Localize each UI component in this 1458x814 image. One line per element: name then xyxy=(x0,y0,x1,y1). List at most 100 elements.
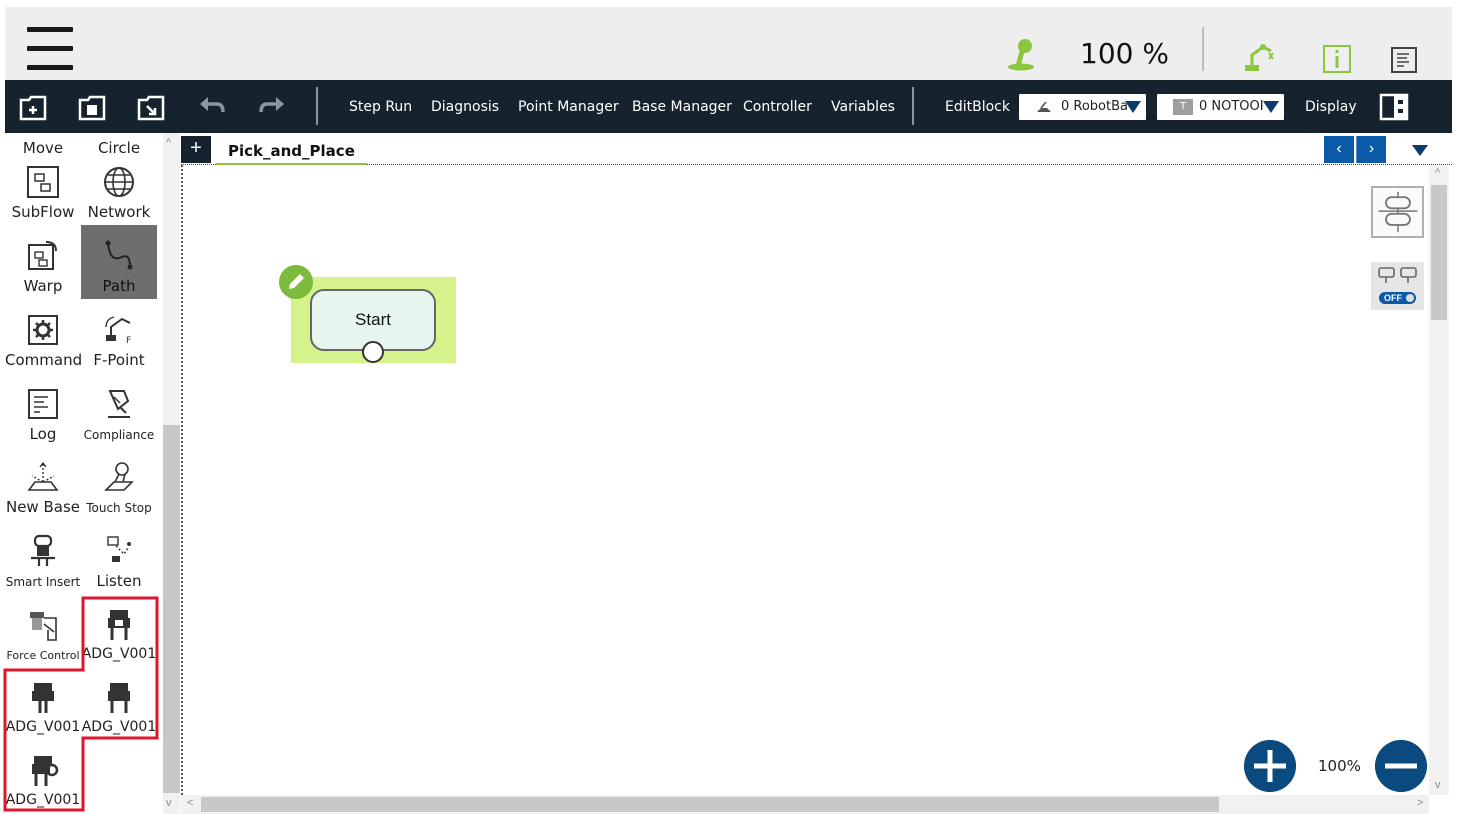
tab-next-button[interactable]: › xyxy=(1356,136,1386,163)
palette-scroll-thumb[interactable] xyxy=(163,425,180,793)
new-project-icon[interactable] xyxy=(18,92,48,122)
start-node-output-port[interactable] xyxy=(362,341,384,363)
path-icon xyxy=(105,240,133,270)
canvas-h-scroll-thumb[interactable] xyxy=(201,797,1219,812)
palette-scrollbar[interactable]: ^ v xyxy=(163,133,180,814)
undo-icon[interactable] xyxy=(197,92,227,122)
palette-item-force-control[interactable]: Force Control xyxy=(5,604,81,678)
scroll-left-icon[interactable]: < xyxy=(187,797,193,809)
tab-pick-and-place[interactable]: Pick_and_Place xyxy=(216,137,367,165)
chevron-down-icon xyxy=(1125,101,1141,113)
base-manager-menu[interactable]: Base Manager xyxy=(632,99,732,115)
edit-pencil-icon[interactable] xyxy=(279,265,313,299)
variables-menu[interactable]: Variables xyxy=(831,99,895,115)
point-manager-menu[interactable]: Point Manager xyxy=(518,99,619,115)
palette-item-label: Network xyxy=(87,203,151,221)
open-project-icon[interactable] xyxy=(136,92,166,122)
flow-canvas[interactable]: Start xyxy=(181,165,1429,795)
node-pair-icon xyxy=(1378,267,1417,283)
zoom-level: 100% xyxy=(1318,757,1361,775)
palette-item-label: New Base xyxy=(5,498,80,516)
palette-item-new-base[interactable]: New Base xyxy=(5,456,81,530)
scroll-up-icon[interactable]: ^ xyxy=(166,137,171,149)
off-toggle-switch[interactable]: OFF xyxy=(1379,292,1416,304)
connection-toggle[interactable]: OFF xyxy=(1371,262,1424,310)
zoom-in-button[interactable] xyxy=(1244,740,1296,792)
palette-item-adg-v001[interactable]: ADG_V001 xyxy=(5,750,81,814)
redo-icon[interactable] xyxy=(257,92,287,122)
force-control-icon xyxy=(30,612,57,641)
status-bar: 100 % xyxy=(5,7,1452,80)
smart-insert-icon xyxy=(31,534,55,566)
toolbar-separator xyxy=(912,87,914,125)
svg-text:F: F xyxy=(126,336,131,346)
scroll-right-icon[interactable]: > xyxy=(1417,797,1423,809)
base-select[interactable]: 0 RobotBa xyxy=(1019,94,1146,120)
step-run-menu[interactable]: Step Run xyxy=(349,99,412,115)
menu-icon[interactable] xyxy=(27,27,73,71)
scroll-down-icon[interactable]: v xyxy=(1435,779,1441,791)
palette-item-adg-v001[interactable]: ADG_V001 xyxy=(5,677,81,751)
layout-toggle-icon[interactable] xyxy=(1371,186,1424,238)
palette-item-log[interactable]: Log xyxy=(5,383,81,457)
tool-badge-icon: T xyxy=(1173,99,1193,115)
gripper-settings-icon xyxy=(32,756,59,786)
canvas-horizontal-scrollbar[interactable]: < > xyxy=(181,795,1429,814)
palette-item-label: Move xyxy=(22,139,64,157)
palette-item-label: Compliance xyxy=(83,428,155,442)
palette-item-path[interactable]: Path xyxy=(81,225,157,299)
palette-item-compliance[interactable]: Compliance xyxy=(81,383,157,457)
notes-icon[interactable] xyxy=(1391,47,1417,73)
palette-item-smart-insert[interactable]: Smart Insert xyxy=(5,530,81,604)
palette-item-touch-stop[interactable]: Touch Stop xyxy=(81,456,157,530)
palette-item-label: F-Point xyxy=(93,351,145,369)
toggle-state-label: OFF xyxy=(1384,293,1402,303)
robot-status-icon[interactable] xyxy=(1243,41,1277,73)
flow-tab-strip: + Pick_and_Place ‹ › xyxy=(181,133,1452,165)
tool-select[interactable]: T 0 NOTOOI xyxy=(1157,94,1284,120)
f-point-icon: F xyxy=(105,316,131,346)
speed-joystick-icon[interactable] xyxy=(1005,37,1037,71)
canvas-vertical-scrollbar[interactable]: ^ v xyxy=(1429,165,1449,795)
palette-item-adg-v001[interactable]: ADG_V001 xyxy=(81,677,157,751)
palette-item-network[interactable]: Network xyxy=(81,161,157,235)
palette-item-command[interactable]: Command xyxy=(5,309,83,383)
palette-item-subflow[interactable]: SubFlow xyxy=(5,161,81,235)
scroll-down-icon[interactable]: v xyxy=(166,797,172,809)
palette-item-label: Command xyxy=(5,351,83,369)
listen-icon xyxy=(107,536,131,562)
display-layout-icon[interactable] xyxy=(1379,92,1409,122)
save-project-icon[interactable] xyxy=(77,92,107,122)
tool-select-value: 0 NOTOOI xyxy=(1199,99,1264,114)
diagnosis-menu[interactable]: Diagnosis xyxy=(431,99,499,115)
canvas-v-scroll-thumb[interactable] xyxy=(1431,185,1447,320)
zoom-out-button[interactable] xyxy=(1375,740,1427,792)
add-tab-button[interactable]: + xyxy=(181,136,211,163)
node-palette: Move Circle SubFlow Network Warp Path Co… xyxy=(5,133,163,814)
gripper-icon xyxy=(32,683,54,713)
compliance-icon xyxy=(108,390,130,418)
new-base-icon xyxy=(27,461,59,491)
palette-item-label: Force Control xyxy=(6,649,80,662)
subflow-icon xyxy=(27,166,59,198)
network-icon xyxy=(104,167,134,197)
palette-item-adg-v001[interactable]: ADG_V001 xyxy=(81,604,157,678)
palette-item-label: Warp xyxy=(23,277,63,295)
speed-percentage: 100 % xyxy=(1080,37,1169,70)
controller-menu[interactable]: Controller xyxy=(743,99,812,115)
palette-item-label: Touch Stop xyxy=(86,501,152,515)
tab-list-dropdown[interactable] xyxy=(1388,136,1450,163)
tab-prev-button[interactable]: ‹ xyxy=(1324,136,1354,163)
palette-item-warp[interactable]: Warp xyxy=(5,235,81,309)
info-icon[interactable] xyxy=(1323,45,1351,73)
display-menu[interactable]: Display xyxy=(1305,99,1357,115)
touch-stop-icon xyxy=(104,462,134,491)
status-divider xyxy=(1202,27,1204,71)
palette-item-label: ADG_V001 xyxy=(81,719,157,735)
chevron-down-icon xyxy=(1412,145,1428,156)
palette-item-label: ADG_V001 xyxy=(5,792,81,808)
palette-item-listen[interactable]: Listen xyxy=(81,530,157,604)
scroll-up-icon[interactable]: ^ xyxy=(1435,167,1440,179)
palette-item-f-point[interactable]: F F-Point xyxy=(81,309,157,383)
edit-block-menu[interactable]: EditBlock xyxy=(945,99,1010,115)
